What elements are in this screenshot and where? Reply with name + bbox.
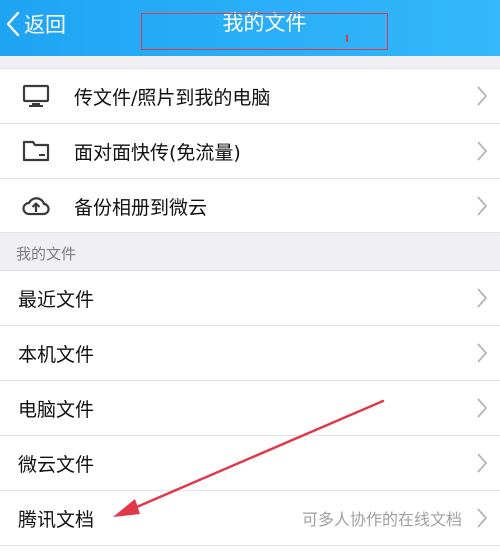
chevron-left-icon xyxy=(6,11,20,37)
recent-files-label: 最近文件 xyxy=(18,288,95,311)
back-button[interactable]: 返回 xyxy=(4,0,66,48)
tencent-docs-label: 腾讯文档 xyxy=(18,508,95,531)
face-to-face-transfer-item[interactable]: 面对面快传(免流量) xyxy=(0,124,500,178)
backup-album-item[interactable]: 备份相册到微云 xyxy=(0,179,500,233)
back-label: 返回 xyxy=(24,13,66,37)
monitor-icon xyxy=(22,84,50,107)
weiyun-files-item[interactable]: 微云文件 xyxy=(0,436,500,490)
send-to-computer-item[interactable]: 传文件/照片到我的电脑 xyxy=(0,69,500,123)
send-to-computer-label: 传文件/照片到我的电脑 xyxy=(74,86,271,109)
chevron-right-icon xyxy=(477,141,488,161)
my-files-group: 最近文件 本机文件 电脑文件 微云文件 腾讯文档 可多人协作的在线文档 xyxy=(0,270,500,557)
quick-actions-group: 传文件/照片到我的电脑 面对面快传(免流量) 备份相册到微云 xyxy=(0,68,500,233)
chevron-right-icon xyxy=(477,343,488,363)
recent-files-item[interactable]: 最近文件 xyxy=(0,271,500,325)
chevron-right-icon xyxy=(477,196,488,216)
folder-icon xyxy=(22,140,50,162)
chevron-right-icon xyxy=(477,86,488,106)
backup-album-label: 备份相册到微云 xyxy=(74,196,208,219)
chevron-right-icon xyxy=(477,398,488,418)
local-files-item[interactable]: 本机文件 xyxy=(0,326,500,380)
cloud-upload-icon xyxy=(22,197,50,216)
tencent-docs-hint: 可多人协作的在线文档 xyxy=(301,510,462,529)
chevron-right-icon xyxy=(477,288,488,308)
divider xyxy=(0,232,500,233)
tencent-docs-item[interactable]: 腾讯文档 可多人协作的在线文档 xyxy=(0,491,500,545)
annotation-mark xyxy=(346,35,348,42)
annotation-box xyxy=(141,13,388,50)
chevron-right-icon xyxy=(477,453,488,473)
weiyun-files-label: 微云文件 xyxy=(18,453,95,476)
computer-files-item[interactable]: 电脑文件 xyxy=(0,381,500,435)
local-files-label: 本机文件 xyxy=(18,343,95,366)
computer-files-label: 电脑文件 xyxy=(18,398,95,421)
title-bar: 返回 我的文件 xyxy=(0,0,500,56)
face-to-face-label: 面对面快传(免流量) xyxy=(74,141,241,164)
divider xyxy=(0,545,500,546)
chevron-right-icon xyxy=(477,508,488,528)
section-header: 我的文件 xyxy=(16,245,77,263)
